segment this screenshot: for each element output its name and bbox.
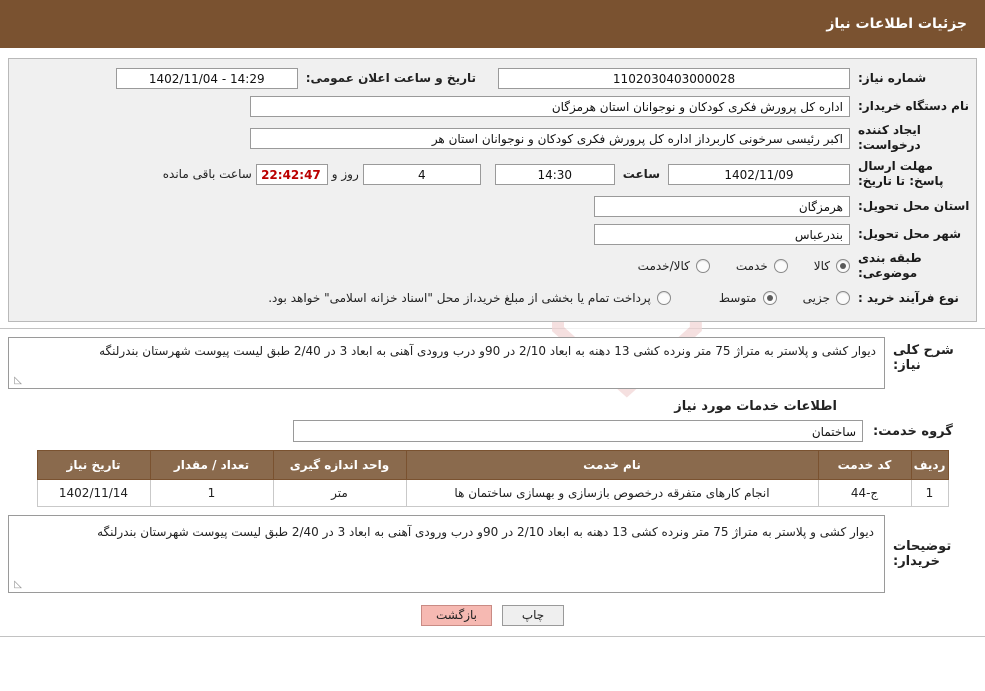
buyer-notes-text: دیوار کشی و پلاستر به متراژ 75 متر ونرده…: [8, 515, 885, 593]
deadline-time-value: 14:30: [494, 163, 615, 185]
purchase-type-label: نوع فرآیند خرید :: [858, 290, 959, 305]
need-number-value: 1102030403000028: [498, 67, 850, 89]
cell-code: ج-44: [817, 479, 912, 507]
purchase-note-checkbox[interactable]: پرداخت تمام یا بخشی از مبلغ خرید،از محل …: [268, 291, 671, 305]
service-group-row: گروه خدمت: ساختمان: [8, 420, 977, 442]
hour-label: ساعت: [622, 167, 660, 181]
category-option-goods-service[interactable]: کالا/خدمت: [638, 259, 710, 273]
col-name: نام خدمت: [405, 450, 819, 480]
purchase-type-option-medium-label: متوسط: [718, 291, 757, 305]
need-number-label: شماره نیاز:: [858, 70, 927, 85]
province-label: استان محل تحویل:: [858, 198, 970, 213]
radio-icon[interactable]: [762, 291, 777, 305]
row-need-number: شماره نیاز: 1102030403000028 تاریخ و ساع…: [15, 67, 970, 89]
category-option-goods[interactable]: کالا: [814, 259, 850, 273]
row-deadline: مهلت ارسال پاسخ: تا تاریخ: 1402/11/09 سا…: [15, 159, 970, 189]
table-header-row: ردیف کد خدمت نام خدمت واحد اندازه گیری ت…: [36, 450, 949, 480]
cell-name: انجام کارهای متفرقه درخصوص بازسازی و بهس…: [405, 479, 819, 507]
general-description-text: دیوار کشی و پلاستر به متراژ 75 متر ونرده…: [8, 337, 885, 389]
col-date: تاریخ نیاز: [36, 450, 151, 480]
announce-datetime-label: تاریخ و ساعت اعلان عمومی:: [305, 71, 476, 85]
cell-quantity: 1: [149, 479, 274, 507]
row-province: استان محل تحویل: هرمزگان: [15, 195, 970, 217]
category-option-goods-label: کالا: [813, 259, 830, 273]
col-code: کد خدمت: [817, 450, 912, 480]
col-index: ردیف: [910, 450, 949, 480]
table-row: 1 ج-44 انجام کارهای متفرقه درخصوص بازساز…: [36, 479, 949, 507]
radio-icon[interactable]: [836, 291, 850, 305]
cell-index: 1: [910, 479, 949, 507]
days-label: روز و: [331, 167, 359, 181]
purchase-note-text: پرداخت تمام یا بخشی از مبلغ خرید،از محل …: [268, 291, 651, 305]
row-category: طبقه بندی موضوعی: کالا خدمت کالا/خدمت: [15, 251, 970, 281]
purchase-type-option-medium[interactable]: متوسط: [719, 291, 777, 305]
remaining-days-value: 4: [362, 163, 481, 185]
service-group-value: ساختمان: [293, 420, 863, 442]
purchase-type-radio-group: جزیی متوسط: [693, 291, 850, 305]
radio-icon[interactable]: [773, 259, 788, 273]
page-header: جزئیات اطلاعات نیاز: [0, 0, 985, 48]
announce-datetime-value: 14:29 - 1402/11/04: [115, 67, 298, 89]
radio-icon[interactable]: [695, 259, 710, 273]
resize-grip-icon[interactable]: ◺: [12, 580, 22, 590]
back-button[interactable]: بازگشت: [421, 605, 492, 626]
category-option-goods-service-label: کالا/خدمت: [637, 259, 690, 273]
buyer-notes-value: دیوار کشی و پلاستر به متراژ 75 متر ونرده…: [97, 525, 874, 539]
section-divider: [0, 328, 985, 329]
city-label: شهر محل تحویل:: [858, 226, 962, 241]
radio-icon[interactable]: [836, 259, 850, 273]
remaining-label: ساعت باقی مانده: [162, 167, 252, 181]
services-section-title: اطلاعات خدمات مورد نیاز: [674, 399, 837, 414]
cell-unit: متر: [272, 479, 407, 507]
general-description-label: شرح کلی نیاز:: [893, 343, 954, 373]
service-group-label: گروه خدمت:: [873, 423, 953, 439]
general-description-section: شرح کلی نیاز: دیوار کشی و پلاستر به مترا…: [8, 337, 977, 389]
category-radio-group: کالا خدمت کالا/خدمت: [612, 259, 850, 273]
services-table: ردیف کد خدمت نام خدمت واحد اندازه گیری ت…: [36, 450, 949, 507]
category-option-service-label: خدمت: [735, 259, 768, 273]
col-quantity: تعداد / مقدار: [149, 450, 274, 480]
row-purchase-type: نوع فرآیند خرید : جزیی متوسط پرداخت تمام…: [15, 287, 970, 309]
province-value: هرمزگان: [594, 195, 850, 217]
category-label: طبقه بندی موضوعی:: [858, 251, 922, 280]
city-value: بندرعباس: [594, 223, 850, 245]
buyer-org-label: نام دستگاه خریدار:: [858, 98, 969, 113]
row-buyer-org: نام دستگاه خریدار: اداره کل پرورش فکری ک…: [15, 95, 970, 117]
footer-actions: چاپ بازگشت: [0, 605, 985, 626]
purchase-type-option-minor-label: جزیی: [802, 291, 830, 305]
requester-label: ایجاد کننده درخواست:: [858, 123, 921, 152]
category-option-service[interactable]: خدمت: [736, 259, 788, 273]
general-description-value: دیوار کشی و پلاستر به متراژ 75 متر ونرده…: [99, 344, 876, 358]
row-city: شهر محل تحویل: بندرعباس: [15, 223, 970, 245]
print-button[interactable]: چاپ: [502, 605, 564, 626]
buyer-org-value: اداره کل پرورش فکری کودکان و نوجوانان اس…: [250, 95, 850, 117]
cell-date: 1402/11/14: [36, 479, 151, 507]
deadline-label: مهلت ارسال پاسخ: تا تاریخ:: [858, 159, 944, 188]
page-title: جزئیات اطلاعات نیاز: [826, 16, 967, 32]
row-requester: ایجاد کننده درخواست: اکبر رئیسی سرخونی ک…: [15, 123, 970, 153]
col-unit: واحد اندازه گیری: [272, 450, 407, 480]
need-details-panel: شماره نیاز: 1102030403000028 تاریخ و ساع…: [8, 58, 977, 322]
deadline-date-value: 1402/11/09: [668, 163, 850, 185]
buyer-notes-section: توضیحات خریدار: دیوار کشی و پلاستر به مت…: [8, 515, 977, 593]
requester-value: اکبر رئیسی سرخونی کاربرداز اداره کل پرور…: [250, 127, 850, 149]
purchase-type-option-minor[interactable]: جزیی: [803, 291, 850, 305]
buyer-notes-label: توضیحات خریدار:: [893, 539, 952, 569]
resize-grip-icon[interactable]: ◺: [12, 376, 22, 386]
footer-divider: [0, 636, 985, 637]
countdown-value: 22:42:47: [255, 163, 328, 185]
radio-icon[interactable]: [656, 291, 671, 305]
